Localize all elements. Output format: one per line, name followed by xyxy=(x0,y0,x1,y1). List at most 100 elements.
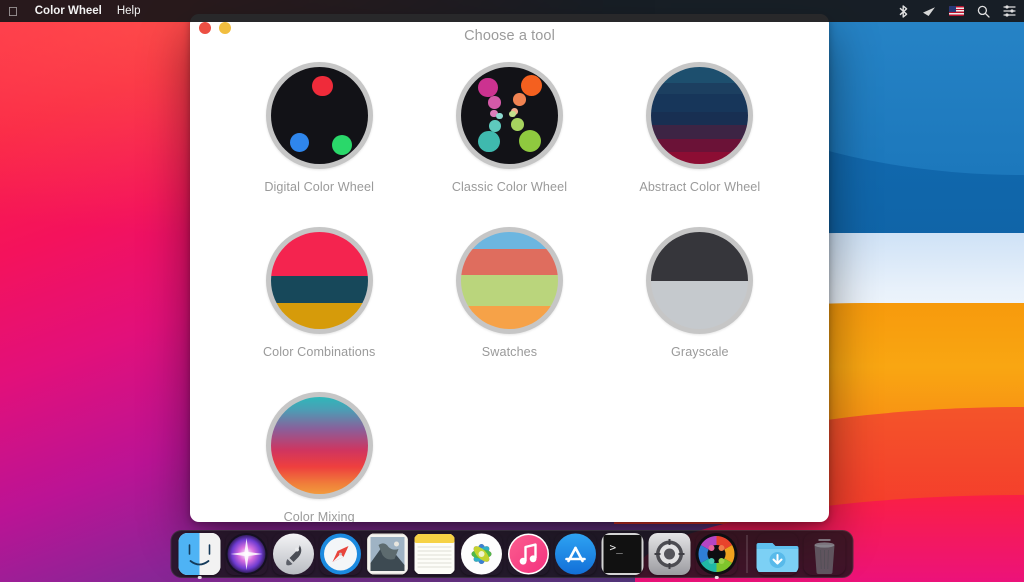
trash-icon xyxy=(804,533,846,575)
tool-label-color-combinations: Color Combinations xyxy=(263,345,375,359)
system-preferences-icon xyxy=(649,533,691,575)
dock-item-safari[interactable] xyxy=(320,533,362,575)
tool-disc-face-classic-color-wheel xyxy=(461,67,558,164)
color-band xyxy=(651,94,748,111)
svg-text:>_: >_ xyxy=(610,541,624,554)
safari-icon xyxy=(320,533,362,575)
tool-disc-swatches[interactable] xyxy=(456,227,563,334)
color-band xyxy=(461,232,558,249)
minimize-button[interactable] xyxy=(219,22,231,34)
dock-item-photos[interactable] xyxy=(461,533,503,575)
disc-dark-face xyxy=(461,67,558,164)
window-title: Choose a tool xyxy=(464,28,555,44)
dock-item-color-wheel-app[interactable] xyxy=(696,533,738,575)
spotlight-search-icon[interactable] xyxy=(977,5,990,18)
color-band xyxy=(651,112,748,126)
tool-disc-color-mixing[interactable] xyxy=(266,392,373,499)
color-wheel-app-icon xyxy=(696,533,738,575)
dock-item-finder[interactable] xyxy=(179,533,221,575)
tool-grayscale[interactable]: Grayscale xyxy=(605,227,795,359)
color-dot xyxy=(521,75,542,96)
tool-disc-classic-color-wheel[interactable] xyxy=(456,62,563,169)
music-icon xyxy=(508,533,550,575)
color-band xyxy=(461,306,558,329)
dock-item-mail[interactable] xyxy=(367,533,409,575)
tool-label-grayscale: Grayscale xyxy=(671,345,729,359)
color-dot xyxy=(488,96,501,109)
tool-disc-color-combinations[interactable] xyxy=(266,227,373,334)
disc-stripes xyxy=(651,232,748,329)
tool-color-mixing[interactable]: Color Mixing xyxy=(224,392,414,522)
color-wheel-window: Choose a tool Digital Color Wheel Classic… xyxy=(190,14,829,522)
apple-menu-icon[interactable]:  xyxy=(8,5,18,18)
color-band xyxy=(651,125,748,139)
tool-disc-face-swatches xyxy=(461,232,558,329)
color-band xyxy=(651,67,748,83)
tool-disc-face-color-mixing xyxy=(271,397,368,494)
tool-disc-face-digital-color-wheel xyxy=(271,67,368,164)
dock-item-notes[interactable] xyxy=(414,533,456,575)
tool-swatches[interactable]: Swatches xyxy=(414,227,604,359)
disc-dark-face xyxy=(271,67,368,164)
finder-icon xyxy=(179,533,221,575)
color-band xyxy=(461,249,558,274)
color-band xyxy=(651,83,748,95)
disc-stripes xyxy=(271,232,368,329)
tool-classic-color-wheel[interactable]: Classic Color Wheel xyxy=(414,62,604,194)
dock: >_ xyxy=(171,530,854,578)
disc-gradient xyxy=(271,397,368,494)
input-source-flag-icon[interactable] xyxy=(949,6,964,16)
color-band xyxy=(461,275,558,306)
dock-item-downloads-folder[interactable] xyxy=(757,533,799,575)
tool-disc-digital-color-wheel[interactable] xyxy=(266,62,373,169)
dock-item-system-preferences[interactable] xyxy=(649,533,691,575)
tool-digital-color-wheel[interactable]: Digital Color Wheel xyxy=(224,62,414,194)
control-center-icon[interactable] xyxy=(1003,5,1016,17)
bluetooth-icon[interactable] xyxy=(898,5,909,18)
disc-stripes xyxy=(461,232,558,329)
color-dot xyxy=(478,78,497,97)
tool-abstract-color-wheel[interactable]: Abstract Color Wheel xyxy=(605,62,795,194)
tool-disc-face-color-combinations xyxy=(271,232,368,329)
tool-disc-face-abstract-color-wheel xyxy=(651,67,748,164)
color-dot xyxy=(511,118,524,131)
menu-bar:  Color Wheel Help xyxy=(0,0,1024,22)
color-dot xyxy=(478,131,499,152)
tool-label-digital-color-wheel: Digital Color Wheel xyxy=(264,180,374,194)
color-dot xyxy=(519,130,541,152)
dock-separator xyxy=(747,535,748,573)
color-dot xyxy=(513,93,526,106)
tool-label-classic-color-wheel: Classic Color Wheel xyxy=(452,180,567,194)
notes-icon xyxy=(414,533,456,575)
mail-icon xyxy=(367,533,409,575)
tool-label-color-mixing: Color Mixing xyxy=(284,510,355,522)
dock-item-terminal[interactable]: >_ xyxy=(602,533,644,575)
dock-item-launchpad[interactable] xyxy=(273,533,315,575)
dock-item-app-store[interactable] xyxy=(555,533,597,575)
menu-bar-status-area xyxy=(898,5,1016,18)
disc-stripes xyxy=(651,67,748,164)
menu-app-name[interactable]: Color Wheel xyxy=(35,5,102,17)
color-dot xyxy=(496,113,503,120)
dock-item-music[interactable] xyxy=(508,533,550,575)
color-dot xyxy=(332,135,352,155)
tool-color-combinations[interactable]: Color Combinations xyxy=(224,227,414,359)
dock-item-trash[interactable] xyxy=(804,533,846,575)
close-button[interactable] xyxy=(199,22,211,34)
tool-disc-grayscale[interactable] xyxy=(646,227,753,334)
color-band xyxy=(651,281,748,330)
color-dot xyxy=(509,111,516,118)
menu-help[interactable]: Help xyxy=(117,5,141,17)
color-dot xyxy=(290,133,309,152)
color-band xyxy=(651,152,748,164)
traffic-lights xyxy=(199,22,231,34)
color-band xyxy=(271,276,368,303)
downloads-folder-icon xyxy=(757,533,799,575)
app-store-icon xyxy=(555,533,597,575)
wifi-icon[interactable] xyxy=(922,5,936,17)
color-band xyxy=(651,139,748,153)
tool-disc-abstract-color-wheel[interactable] xyxy=(646,62,753,169)
color-dot xyxy=(312,76,332,96)
dock-item-siri[interactable] xyxy=(226,533,268,575)
terminal-icon: >_ xyxy=(602,533,644,575)
